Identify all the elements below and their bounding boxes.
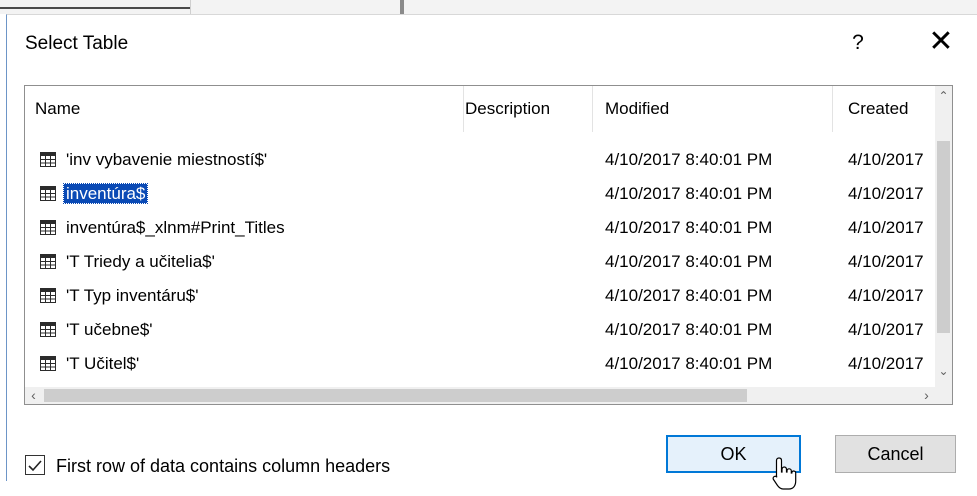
header-row-checkbox[interactable] [25,455,45,475]
row-modified: 4/10/2017 8:40:01 PM [605,354,773,373]
row-created: 4/10/2017 [848,150,924,169]
list-header: Name Description Modified Created [25,86,940,132]
vertical-scroll-thumb[interactable] [937,141,950,333]
row-modified: 4/10/2017 8:40:01 PM [605,320,773,339]
table-row[interactable]: inventúra$_xlnm#Print_Titles 4/10/2017 8… [25,211,937,245]
row-created: 4/10/2017 [848,354,924,373]
row-created: 4/10/2017 [848,218,924,237]
table-icon [40,186,56,201]
row-name: 'inv vybavenie miestností$' [66,150,268,169]
column-header-modified[interactable]: Modified [595,86,832,132]
row-name: inventúra$ [62,177,149,211]
row-created: 4/10/2017 [848,320,924,339]
table-icon [40,356,56,371]
scrollbar-corner [935,387,952,404]
background-divider [190,0,401,14]
table-icon [40,220,56,235]
column-divider[interactable] [592,86,593,132]
chevron-left-icon[interactable]: ‹ [25,387,42,404]
row-modified: 4/10/2017 8:40:01 PM [605,184,773,203]
table-icon [40,288,56,303]
close-button[interactable]: ✕ [927,27,955,57]
row-name: inventúra$_xlnm#Print_Titles [66,218,285,237]
chevron-down-icon[interactable]: ⌄ [935,363,952,380]
row-name: 'T Typ inventáru$' [66,286,199,305]
row-created: 4/10/2017 [848,184,924,203]
table-row[interactable]: 'T Triedy a učitelia$' 4/10/2017 8:40:01… [25,245,937,279]
column-header-description[interactable]: Description [455,86,590,132]
table-row[interactable]: 'T Typ inventáru$' 4/10/2017 8:40:01 PM … [25,279,937,313]
table-row[interactable]: 'inv vybavenie miestností$' 4/10/2017 8:… [25,143,937,177]
selection-highlight: inventúra$ [62,183,149,204]
select-table-dialog: Select Table ? ✕ Name Description Modifi… [6,14,977,490]
table-icon [40,254,56,269]
column-header-created[interactable]: Created [838,86,938,132]
dialog-title: Select Table [25,33,129,54]
row-name: 'T učebne$' [66,320,153,339]
table-row[interactable]: 'T učebne$' 4/10/2017 8:40:01 PM 4/10/20… [25,313,937,347]
column-divider[interactable] [832,86,833,132]
background-window-strip [0,0,977,14]
header-row-checkbox-label[interactable]: First row of data contains column header… [56,453,390,479]
table-row[interactable]: 'T Učitel$' 4/10/2017 8:40:01 PM 4/10/20… [25,347,937,381]
table-list[interactable]: Name Description Modified Created 'inv v… [24,85,953,405]
help-button[interactable]: ? [846,29,870,57]
close-icon[interactable]: ✕ [928,25,953,58]
checkmark-icon [28,460,42,472]
vertical-scrollbar[interactable]: ⌃ ⌄ [935,86,952,388]
chevron-up-icon[interactable]: ⌃ [935,88,952,105]
table-row-selected[interactable]: inventúra$ 4/10/2017 8:40:01 PM 4/10/201… [25,177,937,211]
row-modified: 4/10/2017 8:40:01 PM [605,150,773,169]
row-modified: 4/10/2017 8:40:01 PM [605,218,773,237]
horizontal-scroll-thumb[interactable] [44,389,747,402]
table-icon [40,322,56,337]
background-divider [400,0,404,14]
row-name: 'T Triedy a učitelia$' [66,252,215,271]
cancel-button[interactable]: Cancel [835,435,956,473]
row-name: 'T Učitel$' [66,354,140,373]
row-modified: 4/10/2017 8:40:01 PM [605,252,773,271]
row-modified: 4/10/2017 8:40:01 PM [605,286,773,305]
row-created: 4/10/2017 [848,286,924,305]
column-header-name[interactable]: Name [25,86,465,132]
hand-cursor-icon [772,457,797,490]
table-icon [40,152,56,167]
horizontal-scrollbar[interactable]: ‹ › [25,387,937,404]
row-created: 4/10/2017 [848,252,924,271]
chevron-right-icon[interactable]: › [918,387,935,404]
background-divider [0,0,190,9]
